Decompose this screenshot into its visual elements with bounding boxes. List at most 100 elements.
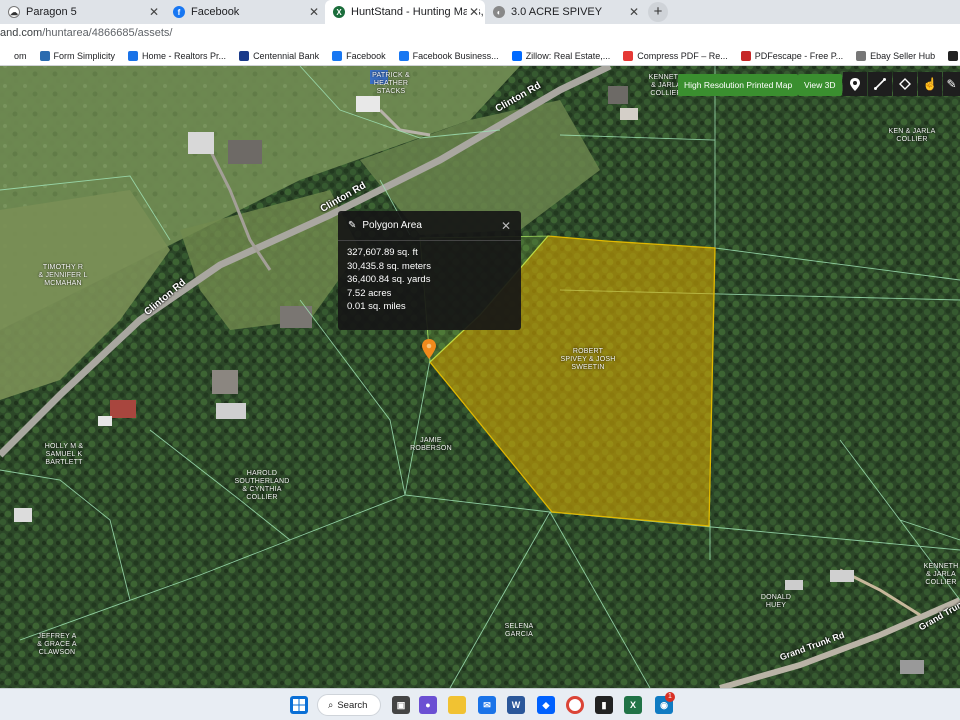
bookmark-icon xyxy=(0,50,10,61)
owner-label: ROBERT SPIVEY & JOSH SWEETIN xyxy=(560,348,616,371)
view-3d-button[interactable]: View 3D xyxy=(798,74,842,96)
dropbox-icon[interactable]: ◆ xyxy=(537,696,555,714)
building xyxy=(188,132,214,154)
owner-label: KEN & JARLA COLLIER xyxy=(888,128,936,143)
building xyxy=(14,508,32,522)
bookmark-item[interactable]: PDFescape - Free P... xyxy=(740,50,844,61)
building xyxy=(620,108,638,120)
popup-measurements: 327,607.89 sq. ft 30,435.8 sq. meters 36… xyxy=(338,241,521,319)
area-sq-ft: 327,607.89 sq. ft xyxy=(347,247,418,258)
tab-facebook[interactable]: f Facebook ✕ xyxy=(165,0,325,24)
area-sq-miles: 0.01 sq. miles xyxy=(347,301,406,312)
bookmark-icon xyxy=(623,50,634,61)
close-icon[interactable]: ✕ xyxy=(149,5,159,19)
owner-label: JEFFREY A & GRACE A CLAWSON xyxy=(37,633,77,656)
address-bar[interactable]: and.com/huntarea/4866685/assets/ xyxy=(0,24,960,46)
satellite-map[interactable]: Clinton Rd Clinton Rd Clinton Rd Grand T… xyxy=(0,66,960,688)
building xyxy=(785,580,803,590)
hand-pointer-icon[interactable]: ☝ xyxy=(918,72,942,96)
facebook-icon: f xyxy=(173,6,185,18)
vertex-pin-icon[interactable] xyxy=(422,339,436,359)
bookmark-item[interactable]: om xyxy=(0,50,27,61)
tab-title: Facebook xyxy=(191,6,240,18)
tab-spivey[interactable]: ◐ 3.0 ACRE SPIVEY ✕ xyxy=(485,0,645,24)
taskbar: ⌕ Search ▣ ● ✉ W ◆ ▮ X ◉ 1 xyxy=(0,688,960,720)
capture-app-icon[interactable]: ▮ xyxy=(595,696,613,714)
search-icon: ⌕ xyxy=(328,699,334,711)
owner-label: PATRICK & HEATHER STACKS xyxy=(372,72,410,95)
bookmark-label: Compress PDF – Re... xyxy=(637,50,728,61)
owner-label: HAROLD SOUTHERLAND & CYNTHIA COLLIER xyxy=(234,470,290,501)
bookmark-icon xyxy=(128,50,139,61)
close-icon[interactable]: ✕ xyxy=(466,5,479,19)
mail-icon[interactable]: ✉ xyxy=(478,696,496,714)
measure-line-icon[interactable] xyxy=(868,72,892,96)
bookmark-item[interactable]: Facebook Business... xyxy=(398,50,499,61)
bookmark-label: om xyxy=(14,50,27,61)
new-tab-button[interactable]: + xyxy=(648,2,668,22)
bookmark-icon xyxy=(239,50,250,61)
tab-title: 3.0 ACRE SPIVEY xyxy=(511,6,603,18)
bookmark-icon xyxy=(511,50,522,61)
bookmark-label: Home - Realtors Pr... xyxy=(142,50,227,61)
close-icon[interactable]: ✕ xyxy=(629,5,639,19)
map-pin-icon[interactable] xyxy=(843,72,867,96)
word-icon[interactable]: W xyxy=(507,696,525,714)
bookmark-item[interactable]: Ebay Seller Hub xyxy=(856,50,936,61)
popup-header: ✎ Polygon Area xyxy=(338,211,521,241)
bookmark-item[interactable]: Facebook xyxy=(332,50,386,61)
chrome-icon[interactable] xyxy=(566,696,584,714)
url-path: /huntarea/4866685/assets/ xyxy=(42,27,173,39)
close-icon[interactable]: ✕ xyxy=(501,219,511,233)
tab-paragon[interactable]: ☁ Paragon 5 ✕ xyxy=(0,0,165,24)
bookmark-label: Facebook xyxy=(346,50,386,61)
windows-start-icon[interactable] xyxy=(290,696,308,714)
bookmark-label: PDFescape - Free P... xyxy=(754,50,844,61)
task-view-icon[interactable]: ▣ xyxy=(392,696,410,714)
cloud-icon: ☁ xyxy=(8,6,20,18)
pencil-icon[interactable]: ✎ xyxy=(943,72,960,96)
bookmark-label: Zillow: Real Estate,... xyxy=(525,50,611,61)
search-label: Search xyxy=(337,699,368,711)
owner-label: SELENA GARCIA xyxy=(504,623,534,638)
area-sq-yards: 36,400.84 sq. yards xyxy=(347,274,431,285)
owner-label: TIMOTHY R & JENNIFER L MCMAHAN xyxy=(38,264,88,287)
notification-badge: 1 xyxy=(665,692,675,702)
excel-icon[interactable]: X xyxy=(624,696,642,714)
bookmark-item[interactable]: Form Simplicity xyxy=(39,50,116,61)
high-resolution-printed-map-button[interactable]: High Resolution Printed Map xyxy=(678,74,799,96)
bookmark-icon xyxy=(948,50,959,61)
building xyxy=(900,660,924,674)
url-text[interactable]: and.com/huntarea/4866685/assets/ xyxy=(0,27,172,39)
bookmark-item[interactable]: Zillow: Real Estate,... xyxy=(511,50,611,61)
area-sq-meters: 30,435.8 sq. meters xyxy=(347,260,431,272)
building xyxy=(356,96,380,112)
globe-icon: ◐ xyxy=(493,6,505,18)
file-explorer-icon[interactable] xyxy=(448,696,466,714)
tab-title: HuntStand - Hunting Maps, GPS xyxy=(351,6,485,18)
building xyxy=(228,140,262,164)
polygon-draw-icon[interactable] xyxy=(893,72,917,96)
owner-label: KENNETH & JARLA COLLIER xyxy=(923,563,959,586)
bookmark-icon xyxy=(332,50,343,61)
ruler-icon: ✎ xyxy=(348,220,357,231)
bookmark-item[interactable]: Compress PDF – Re... xyxy=(623,50,728,61)
bookmark-label: Form Simplicity xyxy=(53,50,116,61)
owner-label: DONALD HUEY xyxy=(760,594,792,609)
map-canvas[interactable] xyxy=(0,66,960,688)
building xyxy=(98,416,112,426)
bookmarks-bar: om Form Simplicity Home - Realtors Pr... Ce… xyxy=(0,46,960,66)
bookmark-label: Ebay Seller Hub xyxy=(870,50,936,61)
owner-label: HOLLY M & SAMUEL K BARTLETT xyxy=(44,443,84,466)
chat-icon[interactable]: ● xyxy=(419,696,437,714)
area-acres: 7.52 acres xyxy=(347,287,392,299)
bookmark-item[interactable]: Pirate Ship xyxy=(948,50,960,61)
building xyxy=(110,400,136,418)
taskbar-search[interactable]: ⌕ Search xyxy=(317,694,381,716)
bookmark-icon xyxy=(398,50,409,61)
bookmark-item[interactable]: Centennial Bank xyxy=(239,50,319,61)
bookmark-item[interactable]: Home - Realtors Pr... xyxy=(128,50,227,61)
tab-huntstand[interactable]: X HuntStand - Hunting Maps, GPS ✕ xyxy=(325,0,485,24)
building xyxy=(830,570,854,582)
close-icon[interactable]: ✕ xyxy=(309,5,319,19)
